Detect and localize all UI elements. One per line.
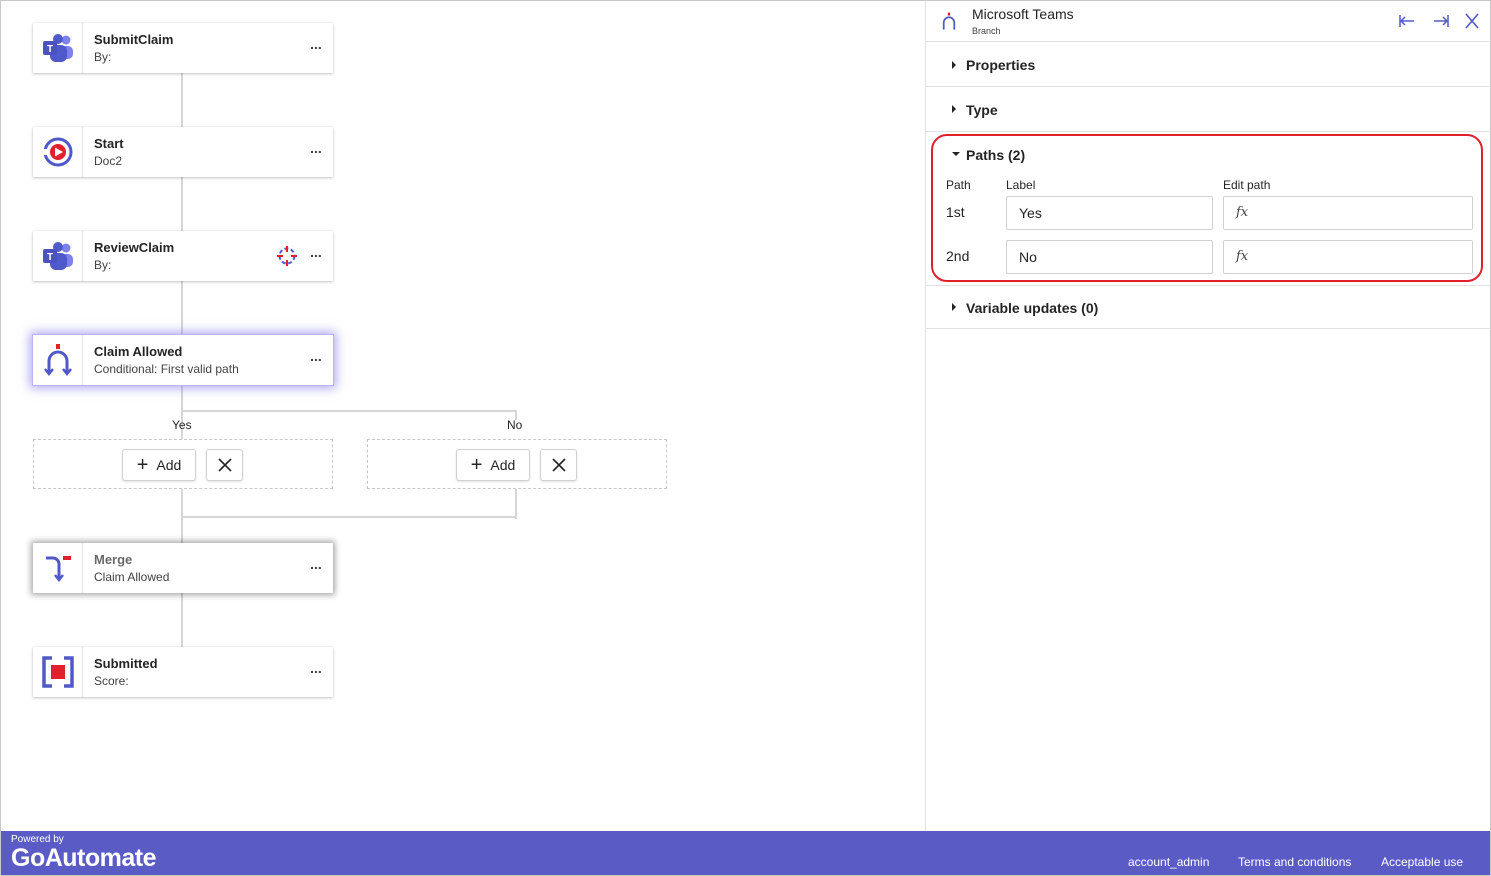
caret-right-icon (952, 61, 956, 69)
footer-link-acceptable-use[interactable]: Acceptable use (1381, 855, 1463, 869)
merge-icon (33, 543, 83, 593)
node-subtitle: Score: (94, 674, 129, 688)
node-subtitle: By: (94, 258, 112, 272)
path-label-input[interactable]: Yes (1006, 196, 1213, 230)
edit-path-expression-input[interactable]: fx (1223, 240, 1473, 274)
flow-node-submitclaim[interactable]: T SubmitClaim By: ... (33, 23, 333, 73)
node-subtitle: Doc2 (94, 154, 123, 168)
remove-branch-button[interactable] (206, 449, 243, 481)
close-icon[interactable] (1462, 12, 1482, 30)
branch-icon (33, 335, 83, 385)
branch-label-no: No (507, 418, 523, 432)
collapse-left-icon[interactable] (1398, 12, 1418, 30)
plus-icon: + (470, 454, 483, 476)
connector (181, 593, 183, 647)
flow-node-submitted[interactable]: Submitted Score: ... (33, 647, 333, 697)
column-header-edit-path: Edit path (1223, 178, 1271, 192)
panel-subtitle: Branch (972, 26, 1001, 36)
stop-icon (33, 647, 83, 697)
section-title[interactable]: Paths (2) (966, 147, 1025, 163)
svg-text:T: T (46, 252, 52, 263)
close-icon (217, 458, 232, 472)
teams-icon: T (33, 231, 83, 281)
node-subtitle: Conditional: First valid path (94, 362, 239, 376)
footer-link-terms[interactable]: Terms and conditions (1238, 855, 1351, 869)
add-label: Add (156, 457, 182, 473)
more-options-button[interactable]: ... (307, 348, 325, 368)
section-title: Type (966, 102, 998, 118)
column-header-path: Path (946, 178, 971, 192)
add-label: Add (490, 457, 516, 473)
node-title: Submitted (94, 656, 158, 671)
branch-label-yes: Yes (172, 418, 192, 432)
footer: Powered by GoAutomate account_admin Term… (1, 831, 1490, 875)
panel-header: Microsoft Teams Branch (926, 1, 1491, 42)
panel-title: Microsoft Teams (972, 6, 1074, 22)
connector (181, 410, 516, 412)
flow-node-claim-allowed[interactable]: Claim Allowed Conditional: First valid p… (33, 335, 333, 385)
more-options-button[interactable]: ... (307, 556, 325, 576)
column-header-label: Label (1006, 178, 1036, 192)
more-options-button[interactable]: ... (307, 140, 325, 160)
connector (181, 73, 183, 127)
node-title: Start (94, 136, 124, 151)
branch-icon (942, 12, 956, 30)
footer-link-account-admin[interactable]: account_admin (1128, 855, 1209, 869)
connector (181, 281, 183, 335)
flow-canvas[interactable]: T SubmitClaim By: ... Start Doc2 ... T R… (1, 1, 925, 831)
section-properties[interactable]: Properties (926, 43, 1491, 87)
section-variable-updates[interactable]: Variable updates (0) (926, 286, 1491, 329)
node-title: SubmitClaim (94, 32, 174, 47)
connector (515, 489, 517, 519)
add-step-button[interactable]: + Add (122, 449, 196, 481)
properties-panel: Microsoft Teams Branch Properties Type P… (925, 1, 1491, 831)
connector (181, 177, 183, 231)
section-title: Variable updates (0) (966, 300, 1099, 316)
svg-text:T: T (46, 44, 52, 55)
node-subtitle: By: (94, 50, 112, 64)
edit-path-expression-input[interactable]: fx (1223, 196, 1473, 230)
path-label-input[interactable]: No (1006, 240, 1213, 274)
caret-right-icon (952, 105, 956, 113)
node-title: ReviewClaim (94, 240, 175, 255)
more-options-button[interactable]: ... (307, 660, 325, 680)
path-ordinal: 2nd (946, 248, 970, 264)
node-subtitle: Claim Allowed (94, 570, 170, 584)
caret-right-icon (952, 303, 956, 311)
node-title: Claim Allowed (94, 344, 183, 359)
node-title: Merge (94, 552, 133, 567)
more-options-button[interactable]: ... (307, 244, 325, 264)
caret-down-icon[interactable] (952, 152, 960, 156)
flow-node-start[interactable]: Start Doc2 ... (33, 127, 333, 177)
target-icon[interactable] (277, 246, 297, 266)
more-options-button[interactable]: ... (307, 36, 325, 56)
plus-icon: + (136, 454, 149, 476)
flow-node-reviewclaim[interactable]: T ReviewClaim By: ... (33, 231, 333, 281)
flow-node-merge[interactable]: Merge Claim Allowed ... (33, 543, 333, 593)
add-step-button[interactable]: + Add (456, 449, 530, 481)
path-ordinal: 1st (946, 204, 965, 220)
teams-icon: T (33, 23, 83, 73)
brand-logo: GoAutomate (11, 844, 157, 872)
section-title: Properties (966, 57, 1036, 73)
play-circle-icon (33, 127, 83, 177)
connector (181, 516, 517, 518)
connector (181, 385, 183, 441)
remove-branch-button[interactable] (540, 449, 577, 481)
branch-dropzone-yes[interactable]: + Add (33, 439, 333, 489)
collapse-right-icon[interactable] (1430, 12, 1450, 30)
branch-dropzone-no[interactable]: + Add (367, 439, 667, 489)
section-type[interactable]: Type (926, 87, 1491, 132)
close-icon (551, 458, 566, 472)
